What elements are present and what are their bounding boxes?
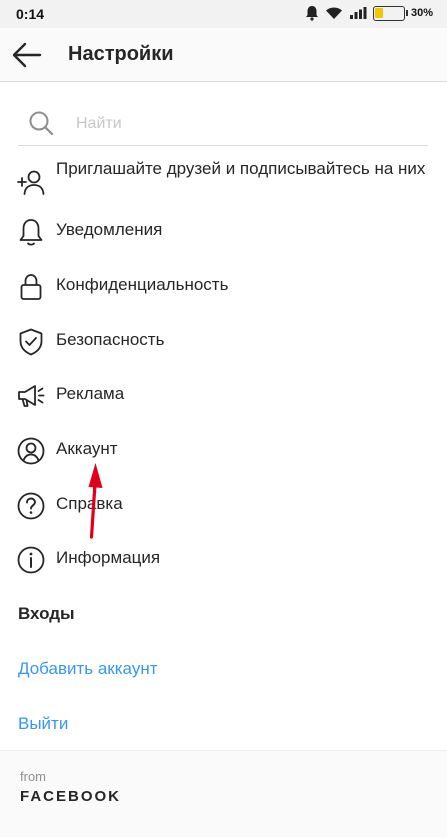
menu-item-label: Уведомления: [56, 220, 163, 239]
menu-item-label: Безопасность: [56, 330, 165, 349]
menu-item-label: Реклама: [56, 384, 125, 403]
signal-icon: [349, 7, 367, 19]
status-icons: 30%: [305, 5, 433, 21]
footer-from-text: from: [20, 769, 46, 784]
wifi-icon: [325, 7, 342, 19]
menu-item-account[interactable]: Аккаунт: [0, 425, 447, 475]
app-bar: Настройки: [0, 28, 447, 82]
search-input[interactable]: [76, 112, 406, 136]
alarm-bell-icon: [305, 6, 318, 21]
menu-item-security[interactable]: Безопасность: [0, 316, 447, 366]
lock-icon: [20, 274, 42, 300]
battery-level-fill: [374, 7, 383, 18]
logout-link[interactable]: Выйти: [18, 714, 68, 734]
status-time: 0:14: [16, 6, 45, 22]
logins-section-title: Входы: [18, 604, 75, 623]
menu-item-label: Информация: [56, 548, 161, 567]
help-icon: [17, 492, 45, 520]
menu-item-label: Справка: [56, 494, 123, 513]
status-bar: 0:14 30%: [0, 0, 447, 28]
menu-item-ads[interactable]: Реклама: [0, 370, 447, 420]
page-title: Настройки: [68, 43, 174, 65]
shield-check-icon: [19, 328, 43, 356]
facebook-logo: FACEBOOK: [20, 788, 122, 805]
info-icon: [17, 546, 45, 574]
add-user-icon: [17, 170, 45, 195]
menu-item-help[interactable]: Справка: [0, 480, 447, 530]
menu-item-notifications[interactable]: Уведомления: [0, 206, 447, 256]
battery-percent: 30%: [410, 7, 433, 19]
menu-item-invite-friends[interactable]: Приглашайте друзей и подписывайтесь на н…: [0, 156, 447, 206]
megaphone-icon: [18, 385, 45, 407]
menu-item-label: Конфиденциальность: [56, 275, 229, 294]
back-button[interactable]: [12, 41, 42, 69]
add-account-link[interactable]: Добавить аккаунт: [18, 659, 158, 679]
battery-icon: [372, 5, 408, 21]
menu-item-label: Приглашайте друзей и подписывайтесь на н…: [56, 159, 426, 178]
menu-item-privacy[interactable]: Конфиденциальность: [0, 261, 447, 311]
bell-icon: [19, 219, 43, 246]
search-icon: [29, 111, 54, 136]
search-bar[interactable]: [18, 100, 428, 146]
footer: from FACEBOOK: [0, 750, 447, 837]
menu-item-about[interactable]: Информация: [0, 534, 447, 584]
arrow-left-icon: [12, 42, 42, 68]
menu-item-label: Аккаунт: [56, 439, 118, 458]
account-icon: [17, 437, 45, 465]
